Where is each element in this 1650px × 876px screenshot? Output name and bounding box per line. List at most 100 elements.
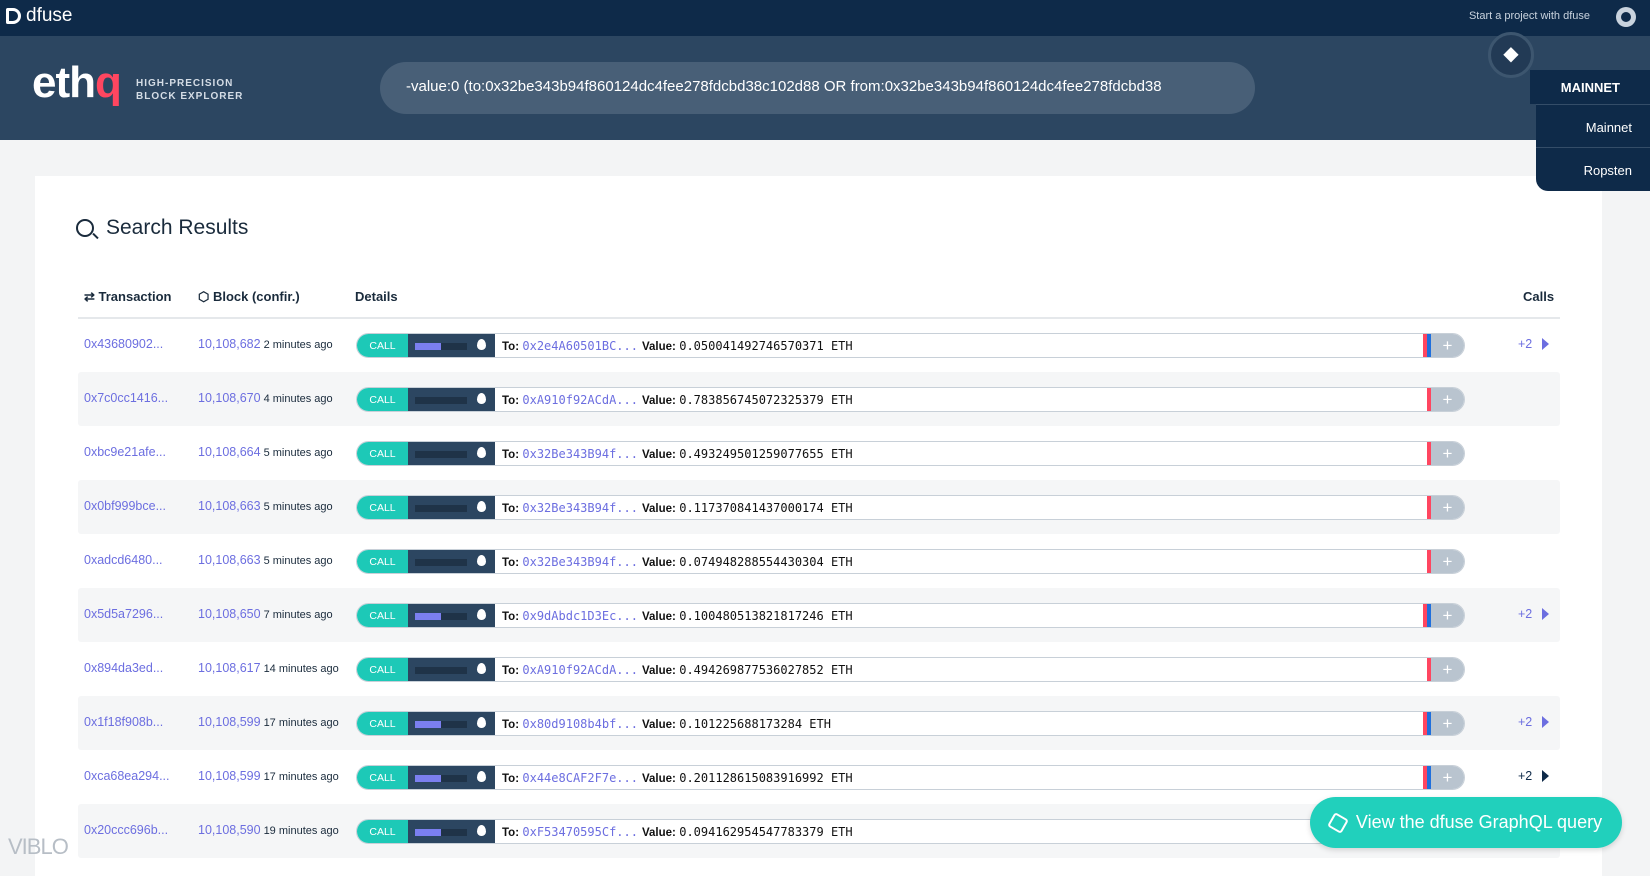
block-cell: 10,108,599 17 minutes ago [198, 769, 339, 783]
gas-drop-icon [477, 393, 486, 404]
to-address-link[interactable]: 0x32Be343B94f... [522, 501, 638, 515]
call-type-badge: CALL [357, 766, 408, 789]
table-row[interactable]: 0xca68ea294... 10,108,599 17 minutes ago … [78, 750, 1560, 804]
value-amount: 0.074948288554430304 ETH [679, 555, 853, 569]
transaction-link[interactable]: 0x5d5a7296... [84, 607, 163, 621]
block-cell: 10,108,663 5 minutes ago [198, 553, 333, 567]
to-label: To: [502, 449, 520, 461]
transaction-link[interactable]: 0xca68ea294... [84, 769, 170, 783]
calls-expander[interactable]: +2 [1518, 607, 1550, 621]
start-project-link[interactable]: Start a project with dfuse [1469, 10, 1590, 22]
table-row[interactable]: 0x0bf999bce... 10,108,663 5 minutes ago C… [78, 480, 1560, 534]
to-address-link[interactable]: 0x2e4A60501BC... [522, 339, 638, 353]
to-address-link[interactable]: 0x32Be343B94f... [522, 555, 638, 569]
block-link[interactable]: 10,108,682 [198, 337, 261, 351]
to-address-link[interactable]: 0x9dAbdc1D3Ec... [522, 609, 638, 623]
call-details: CALL To: 0x32Be343B94f... Value: 0.07494… [356, 549, 1465, 574]
transaction-link[interactable]: 0xadcd6480... [84, 553, 163, 567]
to-address-link[interactable]: 0x80d9108b4bf... [522, 717, 638, 731]
table-row[interactable]: 0xbc9e21afe... 10,108,664 5 minutes ago C… [78, 426, 1560, 480]
network-option-mainnet[interactable]: Mainnet [1536, 104, 1650, 147]
to-address-link[interactable]: 0xA910f92ACdA... [522, 393, 638, 407]
transaction-link[interactable]: 0x0bf999bce... [84, 499, 166, 513]
to-label: To: [502, 557, 520, 569]
table-row[interactable]: 0x1f18f908b... 10,108,599 17 minutes ago … [78, 696, 1560, 750]
gas-track [415, 559, 467, 566]
calls-expander[interactable]: +2 [1518, 715, 1550, 729]
network-selector[interactable]: MAINNET [1530, 70, 1650, 104]
to-address-link[interactable]: 0x44e8CAF2F7e... [522, 771, 638, 785]
block-link[interactable]: 10,108,590 [198, 823, 261, 837]
to-address-link[interactable]: 0xF53470595Cf... [522, 825, 638, 839]
block-cell: 10,108,599 17 minutes ago [198, 715, 339, 729]
search-input[interactable]: -value:0 (to:0x32be343b94f860124dc4fee27… [380, 62, 1255, 114]
value-label: Value: [642, 719, 676, 731]
to-field: To: 0xA910f92ACdA... [502, 663, 638, 677]
block-link[interactable]: 10,108,599 [198, 715, 261, 729]
calls-count: +2 [1518, 769, 1533, 783]
transaction-link[interactable]: 0x894da3ed... [84, 661, 163, 675]
top-bar: dfuse Start a project with dfuse [0, 0, 1650, 36]
block-age: 2 minutes ago [263, 339, 333, 351]
expand-button[interactable]: + [1431, 442, 1464, 465]
transaction-link[interactable]: 0x1f18f908b... [84, 715, 163, 729]
to-field: To: 0x80d9108b4bf... [502, 717, 638, 731]
to-address-link[interactable]: 0x32Be343B94f... [522, 447, 638, 461]
block-link[interactable]: 10,108,663 [198, 553, 261, 567]
block-link[interactable]: 10,108,650 [198, 607, 261, 621]
gas-meter [408, 658, 495, 681]
network-option-ropsten[interactable]: Ropsten [1536, 147, 1650, 190]
value-amount: 0.201128615083916992 ETH [679, 771, 853, 785]
block-cell: 10,108,617 14 minutes ago [198, 661, 339, 675]
call-details: CALL To: 0x32Be343B94f... Value: 0.11737… [356, 495, 1465, 520]
table-row[interactable]: 0x43680902... 10,108,682 2 minutes ago CA… [78, 318, 1560, 372]
calls-expander[interactable]: +2 [1518, 337, 1550, 351]
expand-button[interactable]: + [1431, 604, 1464, 627]
table-row[interactable]: 0x7c0cc1416... 10,108,670 4 minutes ago C… [78, 372, 1560, 426]
transaction-link[interactable]: 0x7c0cc1416... [84, 391, 168, 405]
expand-button[interactable]: + [1431, 712, 1464, 735]
transaction-link[interactable]: 0xbc9e21afe... [84, 445, 166, 459]
col-label: Block (confir.) [212, 289, 300, 304]
column-header-calls: Calls [1523, 289, 1555, 304]
tagline-line1: HIGH-PRECISION [136, 78, 234, 89]
expand-button[interactable]: + [1431, 550, 1464, 573]
transaction-link[interactable]: 0x20ccc696b... [84, 823, 168, 837]
block-link[interactable]: 10,108,664 [198, 445, 261, 459]
gas-track [415, 775, 467, 782]
gas-meter [408, 550, 495, 573]
watermark: VIBLO [8, 834, 69, 859]
block-link[interactable]: 10,108,617 [198, 661, 261, 675]
dfuse-logo[interactable]: dfuse [6, 5, 72, 27]
expand-button[interactable]: + [1431, 658, 1464, 681]
dfuse-logo-icon [6, 8, 21, 24]
gas-meter [408, 496, 495, 519]
block-link[interactable]: 10,108,663 [198, 499, 261, 513]
ethq-logo[interactable]: ethq [32, 58, 122, 108]
graphql-query-button[interactable]: View the dfuse GraphQL query [1310, 797, 1622, 848]
ethereum-icon[interactable]: ◆ [1488, 32, 1534, 78]
transfer-icon: ⇄ [84, 289, 99, 304]
gas-fill [415, 613, 441, 620]
block-link[interactable]: 10,108,670 [198, 391, 261, 405]
calls-expander[interactable]: +2 [1518, 769, 1550, 783]
transaction-link[interactable]: 0x43680902... [84, 337, 163, 351]
expand-button[interactable]: + [1431, 496, 1464, 519]
table-row[interactable]: 0xadcd6480... 10,108,663 5 minutes ago CA… [78, 534, 1560, 588]
value-label: Value: [642, 449, 676, 461]
block-link[interactable]: 10,108,599 [198, 769, 261, 783]
caret-right-icon [1542, 338, 1550, 350]
value-label: Value: [642, 557, 676, 569]
table-row[interactable]: 0x894da3ed... 10,108,617 14 minutes ago C… [78, 642, 1560, 696]
brand-name: dfuse [26, 5, 73, 26]
to-address-link[interactable]: 0xA910f92ACdA... [522, 663, 638, 677]
block-age: 4 minutes ago [263, 393, 333, 405]
github-icon[interactable] [1616, 7, 1636, 27]
expand-button[interactable]: + [1431, 388, 1464, 411]
table-row[interactable]: 0x5d5a7296... 10,108,650 7 minutes ago CA… [78, 588, 1560, 642]
expand-button[interactable]: + [1431, 766, 1464, 789]
call-type-badge: CALL [357, 442, 408, 465]
value-label: Value: [642, 665, 676, 677]
gas-track [415, 829, 467, 836]
expand-button[interactable]: + [1431, 334, 1464, 357]
